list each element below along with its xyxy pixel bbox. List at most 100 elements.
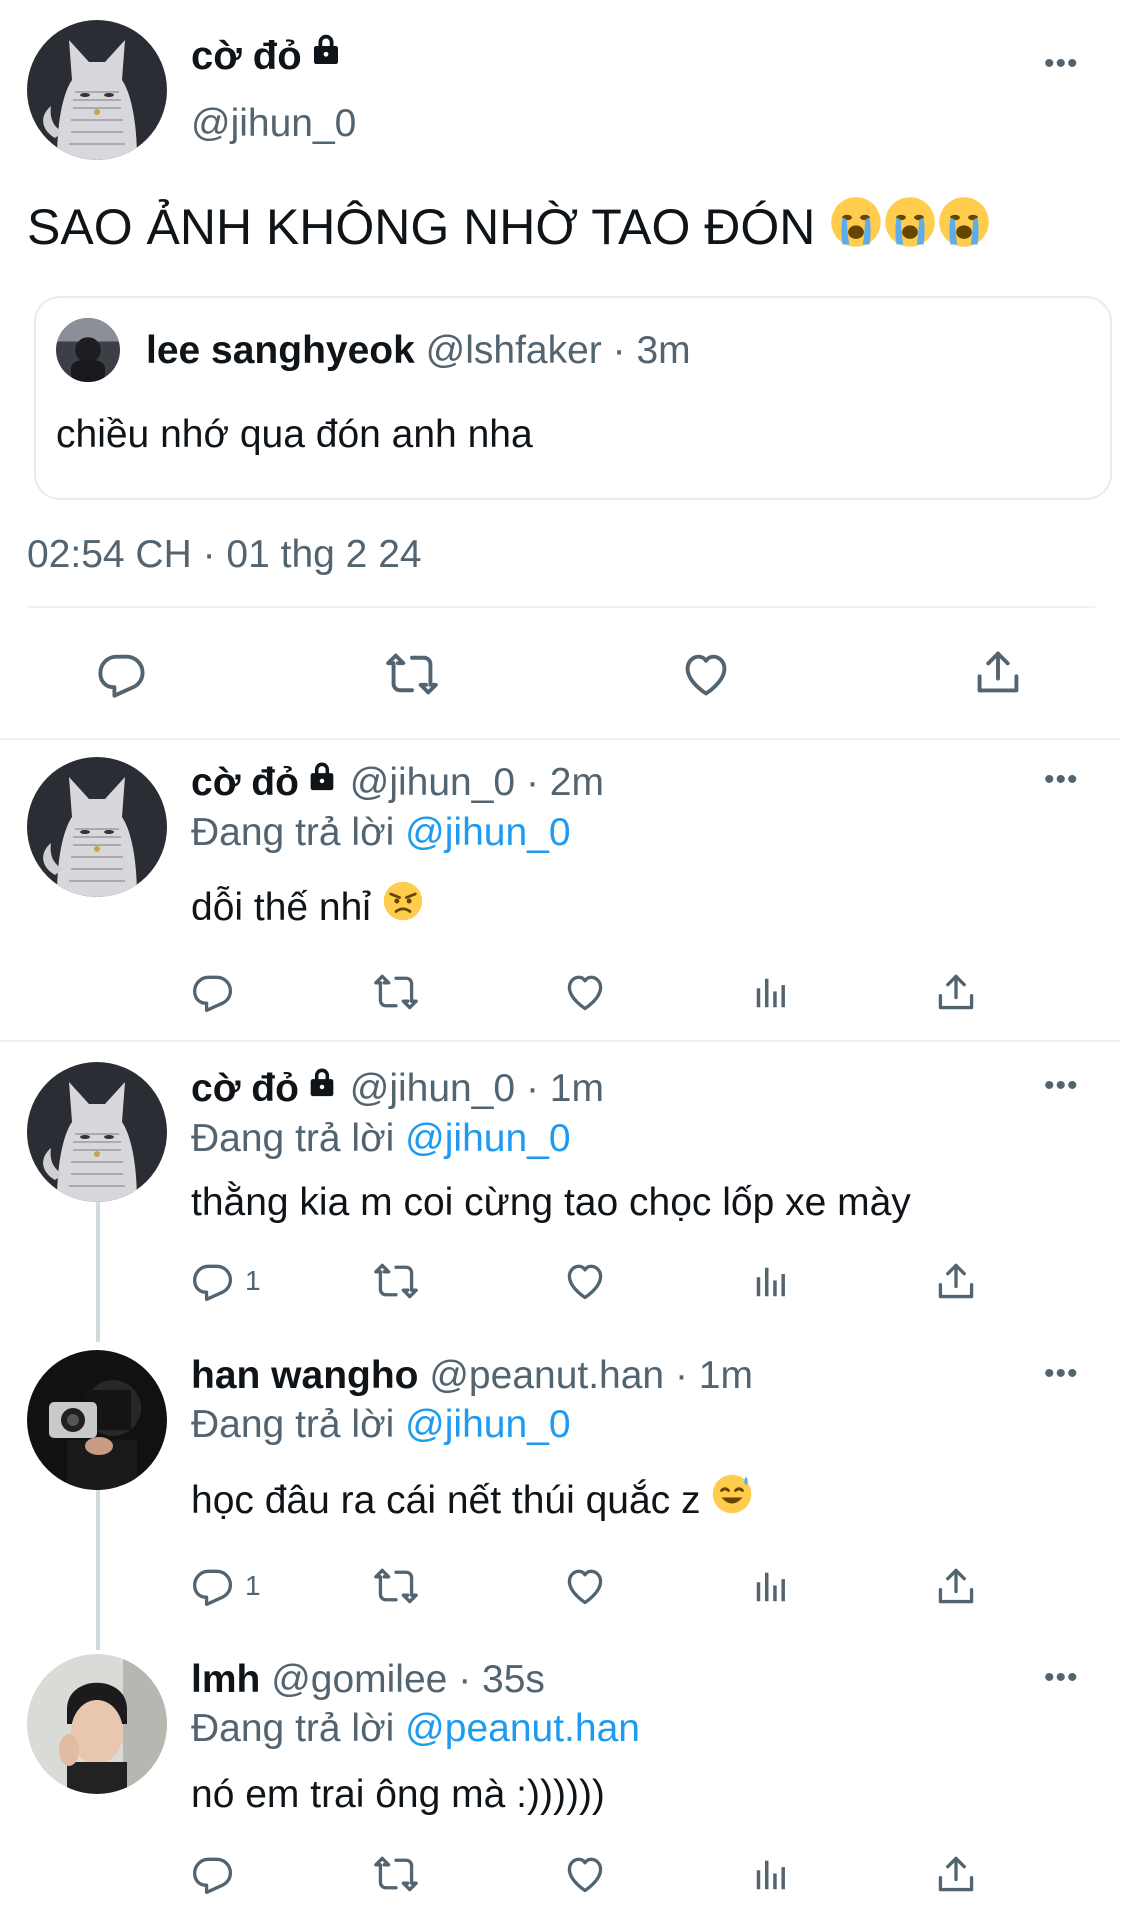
- retweet-button[interactable]: [372, 970, 420, 1014]
- quoted-author-avatar: [56, 318, 120, 382]
- author-name[interactable]: cờ đỏ: [191, 34, 302, 78]
- reply-button[interactable]: 1: [191, 1564, 261, 1608]
- reply-button[interactable]: [191, 970, 245, 1014]
- lock-icon: [308, 30, 344, 78]
- replying-prefix: Đang trả lời: [191, 1117, 395, 1160]
- tweet-text: nó em trai ông mà :)))))): [191, 1773, 605, 1816]
- views-button[interactable]: [752, 1566, 790, 1608]
- share-button[interactable]: [934, 1259, 978, 1303]
- thread-line: [96, 1490, 100, 1650]
- tweet-text: SAO ẢNH KHÔNG NHỜ TAO ĐÓN: [27, 199, 816, 256]
- reply-icon: [191, 1564, 235, 1608]
- retweet-icon: [372, 1259, 420, 1303]
- tweet-text: dỗi thế nhỉ: [191, 885, 371, 929]
- reply-count: 1: [245, 1265, 261, 1296]
- retweet-button[interactable]: [372, 1564, 420, 1608]
- reply-icon: [191, 1852, 235, 1896]
- views-icon: [752, 1566, 790, 1608]
- more-dots-icon[interactable]: •••: [1044, 49, 1079, 79]
- more-dots-icon[interactable]: •••: [1044, 1071, 1079, 1101]
- lock-icon: [305, 758, 339, 804]
- author-name[interactable]: cờ đỏ: [191, 1067, 299, 1110]
- retweet-icon: [372, 1852, 420, 1896]
- author-name[interactable]: cờ đỏ: [191, 761, 299, 804]
- retweet-icon: [384, 648, 440, 700]
- replying-to-link[interactable]: @jihun_0: [405, 811, 570, 854]
- like-button[interactable]: [563, 1259, 607, 1303]
- tweet-timestamp: 02:54 CH · 01 thg 2 24: [27, 533, 422, 576]
- more-dots-icon[interactable]: •••: [1044, 765, 1079, 795]
- share-button[interactable]: [934, 1564, 978, 1608]
- retweet-icon: [372, 970, 420, 1014]
- share-icon: [934, 970, 978, 1014]
- crying-emoji-icon: [829, 195, 883, 261]
- more-dots-icon[interactable]: •••: [1044, 1663, 1079, 1693]
- divider: [27, 606, 1095, 608]
- share-button[interactable]: [972, 646, 1024, 698]
- replying-to-link[interactable]: @jihun_0: [405, 1117, 570, 1160]
- tweet-text: thằng kia m coi cừng tao chọc lốp xe mày: [191, 1181, 911, 1224]
- reply-icon: [191, 1259, 235, 1303]
- author-avatar[interactable]: [27, 757, 167, 897]
- angry-emoji-icon: [382, 880, 424, 933]
- retweet-button[interactable]: [372, 1259, 420, 1303]
- author-handle[interactable]: @jihun_0: [191, 100, 356, 148]
- views-icon: [752, 972, 790, 1014]
- quoted-tweet[interactable]: lee sanghyeok @lshfaker · 3m chiều nhớ q…: [34, 296, 1112, 500]
- tweet-meta: @jihun_0 · 2m: [349, 761, 604, 804]
- quoted-author-name: lee sanghyeok: [146, 329, 415, 372]
- reply-button[interactable]: 1: [191, 1259, 261, 1303]
- share-icon: [972, 646, 1024, 698]
- share-icon: [934, 1852, 978, 1896]
- tweet-meta: @jihun_0 · 1m: [349, 1067, 604, 1110]
- author-avatar[interactable]: [27, 1350, 167, 1490]
- retweet-button[interactable]: [372, 1852, 420, 1896]
- share-button[interactable]: [934, 970, 978, 1014]
- reply-count: 1: [245, 1570, 261, 1601]
- author-avatar[interactable]: [27, 1062, 167, 1202]
- retweet-button[interactable]: [384, 648, 440, 700]
- like-button[interactable]: [563, 1852, 607, 1896]
- tweet-meta: @peanut.han · 1m: [429, 1354, 753, 1397]
- like-button[interactable]: [563, 1564, 607, 1608]
- divider: [0, 1040, 1121, 1042]
- replying-prefix: Đang trả lời: [191, 811, 395, 854]
- heart-icon: [563, 1564, 607, 1608]
- heart-icon: [680, 648, 732, 700]
- views-button[interactable]: [752, 972, 790, 1014]
- views-button[interactable]: [752, 1854, 790, 1896]
- author-name[interactable]: han wangho: [191, 1354, 419, 1397]
- tweet-text: học đâu ra cái nết thúi quắc z: [191, 1478, 701, 1522]
- reply-button[interactable]: [96, 648, 148, 700]
- share-icon: [934, 1564, 978, 1608]
- views-icon: [752, 1854, 790, 1896]
- views-button[interactable]: [752, 1261, 790, 1303]
- sweat-smile-emoji-icon: [711, 1473, 753, 1526]
- views-icon: [752, 1261, 790, 1303]
- author-name[interactable]: lmh: [191, 1658, 260, 1701]
- thread-line: [96, 1200, 100, 1342]
- share-icon: [934, 1259, 978, 1303]
- share-button[interactable]: [934, 1852, 978, 1896]
- heart-icon: [563, 1852, 607, 1896]
- reply-icon: [191, 970, 235, 1014]
- retweet-icon: [372, 1564, 420, 1608]
- replying-prefix: Đang trả lời: [191, 1403, 395, 1446]
- author-avatar[interactable]: [27, 20, 167, 160]
- like-button[interactable]: [680, 648, 732, 700]
- replying-to-link[interactable]: @jihun_0: [405, 1403, 570, 1446]
- more-dots-icon[interactable]: •••: [1044, 1359, 1079, 1389]
- tweet-meta: @gomilee · 35s: [271, 1658, 545, 1701]
- crying-emoji-icon: [937, 195, 991, 261]
- replying-to-link[interactable]: @peanut.han: [405, 1707, 640, 1750]
- quoted-text: chiều nhớ qua đón anh nha: [56, 413, 533, 456]
- reply-button[interactable]: [191, 1852, 245, 1896]
- quoted-meta: @lshfaker · 3m: [425, 329, 691, 372]
- reply-icon: [96, 648, 148, 700]
- lock-icon: [305, 1064, 339, 1110]
- replying-prefix: Đang trả lời: [191, 1707, 395, 1750]
- author-avatar[interactable]: [27, 1654, 167, 1794]
- like-button[interactable]: [563, 970, 607, 1014]
- divider: [0, 738, 1121, 740]
- heart-icon: [563, 970, 607, 1014]
